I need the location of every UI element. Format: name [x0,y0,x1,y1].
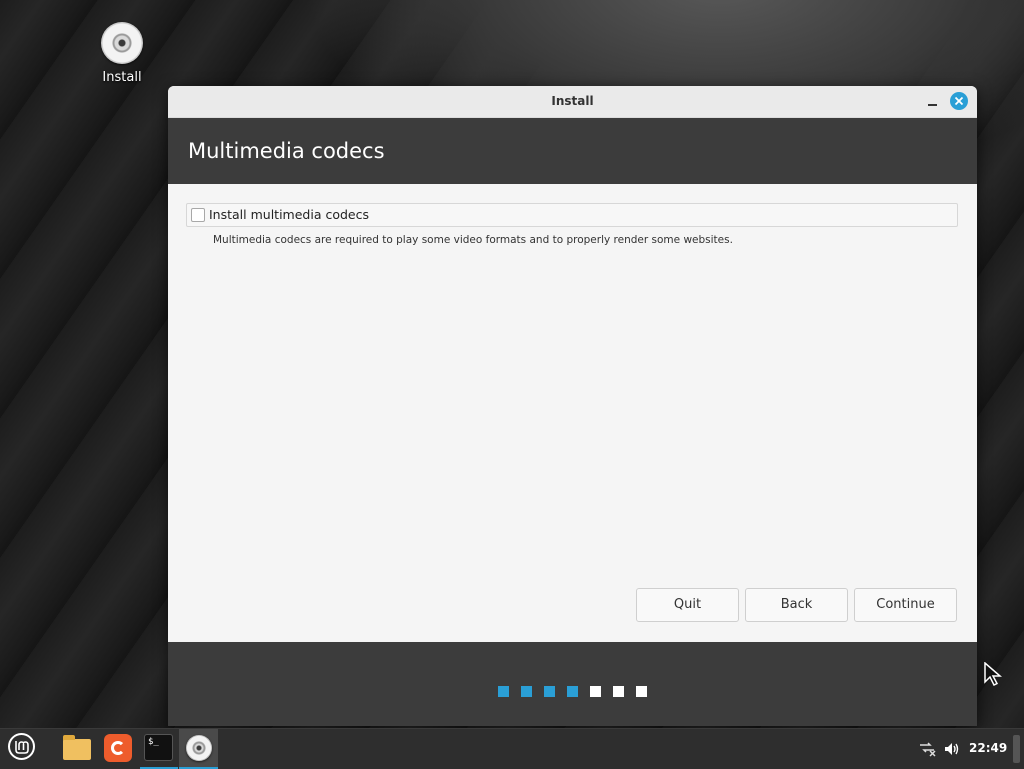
firefox-launcher[interactable] [100,729,138,769]
network-disconnected-icon[interactable] [918,739,936,757]
page-title: Multimedia codecs [188,139,385,163]
installer-window: Install Multimedia codecs Install multim… [168,86,977,726]
progress-step-5 [590,686,601,697]
progress-step-4 [567,686,578,697]
disc-icon [101,22,143,64]
page-content: Install multimedia codecs Multimedia cod… [168,184,977,642]
terminal-launcher[interactable]: $_ [140,729,178,769]
desktop-icon-label: Install [102,70,142,85]
progress-step-3 [544,686,555,697]
progress-step-1 [498,686,509,697]
mouse-cursor-icon [984,662,1003,687]
progress-footer [168,642,977,726]
volume-icon[interactable] [943,740,961,758]
mint-menu-button[interactable] [4,729,40,769]
progress-step-7 [636,686,647,697]
window-titlebar[interactable]: Install [168,86,977,118]
firefox-icon [104,734,132,762]
continue-button[interactable]: Continue [854,588,957,622]
codecs-description: Multimedia codecs are required to play s… [213,234,733,246]
back-button[interactable]: Back [745,588,848,622]
close-icon [954,96,964,106]
minimize-button[interactable] [924,92,942,110]
taskbar: $_ 22:49 [0,728,1024,769]
folder-icon [63,735,91,760]
clock[interactable]: 22:49 [969,741,1007,755]
mint-logo-icon [15,741,29,754]
installer-taskbar-button[interactable] [179,729,218,769]
window-title: Install [551,94,594,108]
install-codecs-checkbox[interactable] [191,208,205,222]
progress-step-2 [521,686,532,697]
disc-icon [185,735,212,761]
files-launcher[interactable] [58,729,96,769]
show-desktop-button[interactable] [1013,735,1020,763]
progress-step-6 [613,686,624,697]
install-codecs-checkbox-row[interactable]: Install multimedia codecs [186,203,958,227]
install-codecs-label[interactable]: Install multimedia codecs [209,207,369,222]
desktop-install-icon[interactable]: Install [96,22,148,85]
page-header: Multimedia codecs [168,118,977,184]
quit-button[interactable]: Quit [636,588,739,622]
close-button[interactable] [950,92,968,110]
terminal-icon: $_ [144,734,173,761]
